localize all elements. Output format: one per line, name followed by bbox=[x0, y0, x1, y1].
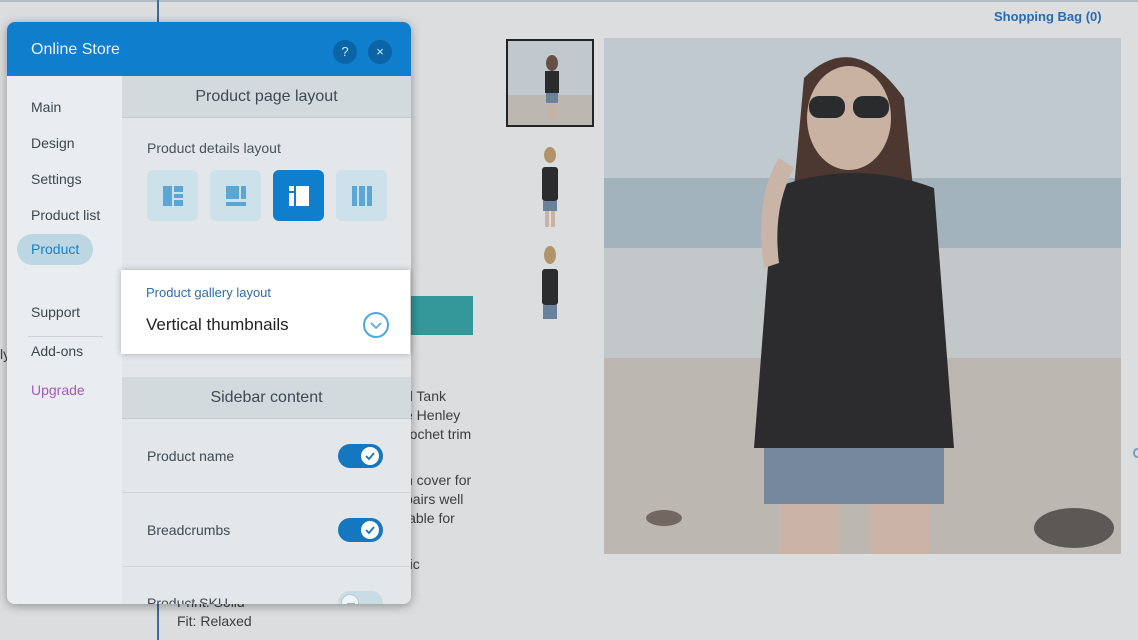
layout-bottom-icon bbox=[226, 186, 246, 206]
nav-item-support[interactable]: Support bbox=[31, 304, 80, 320]
breadcrumbs-toggle[interactable] bbox=[338, 518, 383, 542]
layout-left-icon bbox=[163, 186, 183, 206]
sidebar-content-heading: Sidebar content bbox=[122, 377, 411, 419]
nav-item-settings[interactable]: Settings bbox=[31, 171, 82, 187]
layout-option-columns[interactable] bbox=[336, 170, 387, 221]
nav-item-design[interactable]: Design bbox=[31, 135, 75, 151]
toggle-row-product-sku: Product SKU bbox=[122, 567, 411, 604]
nav-item-upgrade[interactable]: Upgrade bbox=[31, 382, 85, 398]
panel-title: Online Store bbox=[31, 41, 120, 58]
gallery-layout-value[interactable]: Vertical thumbnails bbox=[146, 315, 289, 335]
product-page-layout-heading: Product page layout bbox=[122, 76, 411, 118]
panel-sidebar: Main Design Settings Product list Produc… bbox=[7, 76, 122, 604]
toggle-label-breadcrumbs: Breadcrumbs bbox=[147, 522, 231, 538]
layout-columns-icon bbox=[352, 186, 372, 206]
check-icon bbox=[361, 521, 379, 539]
toggle-label-product-name: Product name bbox=[147, 448, 235, 464]
nav-item-product-list[interactable]: Product list bbox=[31, 207, 100, 223]
nav-item-add-ons[interactable]: Add-ons bbox=[31, 343, 83, 359]
toggle-row-breadcrumbs: Breadcrumbs bbox=[122, 494, 411, 567]
product-name-toggle[interactable] bbox=[338, 444, 383, 468]
panel-header: Online Store ? × bbox=[7, 22, 411, 76]
check-icon bbox=[361, 447, 379, 465]
product-details-layout-label: Product details layout bbox=[147, 140, 281, 156]
chevron-down-icon[interactable] bbox=[363, 312, 389, 338]
close-button[interactable]: × bbox=[368, 40, 392, 64]
layout-side-icon bbox=[289, 186, 309, 206]
nav-item-product[interactable]: Product bbox=[17, 234, 94, 265]
layout-option-bottom-details[interactable] bbox=[210, 170, 261, 221]
toggle-label-product-sku: Product SKU bbox=[147, 595, 228, 604]
nav-item-main[interactable]: Main bbox=[31, 99, 61, 115]
product-sku-toggle[interactable] bbox=[338, 591, 383, 604]
layout-option-side-details[interactable] bbox=[273, 170, 324, 221]
layout-option-left-details[interactable] bbox=[147, 170, 198, 221]
product-gallery-layout-dropdown[interactable]: Product gallery layout Vertical thumbnai… bbox=[121, 270, 410, 354]
nav-divider bbox=[28, 336, 103, 337]
toggle-row-product-name: Product name bbox=[122, 420, 411, 493]
minus-icon bbox=[341, 594, 359, 604]
gallery-layout-label: Product gallery layout bbox=[146, 285, 272, 300]
help-button[interactable]: ? bbox=[333, 40, 357, 64]
